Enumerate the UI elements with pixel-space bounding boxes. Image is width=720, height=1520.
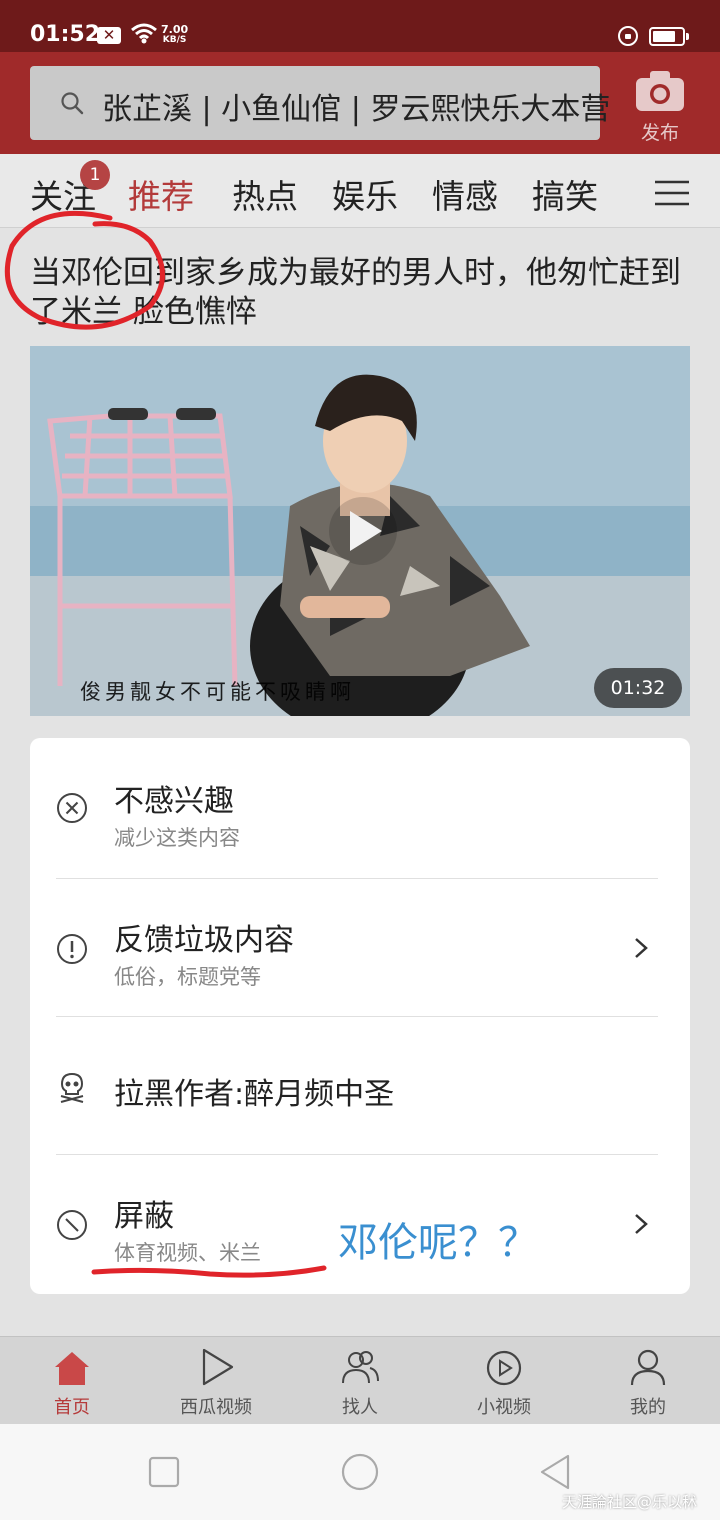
battery-icon [649,27,689,46]
people-icon [342,1351,379,1384]
home-circle-icon[interactable] [340,1452,380,1492]
nav-short-video[interactable]: 小视频 [432,1337,576,1425]
chevron-right-icon [635,938,648,958]
tab-funny[interactable]: 搞笑 [532,170,598,218]
option-block-author[interactable]: 拉黑作者:醉月频中圣 [56,1016,658,1154]
close-circle-icon [57,793,87,823]
status-time: 01:52 [30,22,101,47]
bottom-nav: 首页 西瓜视频 找人 小视频 我的 [0,1336,720,1424]
tab-hot[interactable]: 热点 [232,170,298,218]
option-title: 拉黑作者:醉月频中圣 [114,1077,395,1112]
tab-emotion[interactable]: 情感 [432,170,498,218]
skull-icon [60,1072,84,1103]
net-speed: 7.00 KB/S [161,23,189,45]
play-icon[interactable] [328,491,398,571]
nav-label: 找人 [342,1397,378,1418]
menu-icon[interactable] [655,180,689,206]
nav-find-people[interactable]: 找人 [288,1337,432,1425]
video-thumbnail[interactable]: 俊男靓女不可能不吸睛啊 01:32 [30,346,690,716]
video-subtitle: 俊男靓女不可能不吸睛啊 [80,680,355,704]
search-bar[interactable]: 张芷溪 | 小鱼仙倌 | 罗云熙快乐大本营 [30,66,610,140]
nav-label: 首页 [54,1397,90,1418]
status-bar: 01:52 ✕ 7.00 KB/S [0,0,720,52]
tab-badge: 1 [80,160,110,190]
red-circle-marker [4,210,165,330]
profile-icon [630,1349,666,1386]
camera-icon [636,71,684,111]
recent-apps-icon[interactable] [148,1456,180,1488]
search-icon [61,92,84,115]
video-duration: 01:32 [594,668,682,708]
handwritten-annotation: 邓伦呢？？ [338,1220,538,1266]
back-icon[interactable] [538,1454,572,1490]
option-report-spam[interactable]: 反馈垃圾内容 低俗，标题党等 [56,878,658,1016]
rotation-lock-icon [618,26,638,46]
block-icon [57,1210,87,1240]
nav-label: 我的 [630,1397,666,1418]
nav-label: 西瓜视频 [180,1397,252,1418]
home-icon [55,1352,89,1385]
publish-button[interactable]: 发布 [632,66,688,146]
nav-profile[interactable]: 我的 [576,1337,720,1425]
option-title: 不感兴趣 [114,784,234,819]
play-icon [202,1348,234,1386]
option-title: 屏蔽 [114,1199,174,1234]
notification-icon: ✕ [97,27,121,44]
option-subtitle: 减少这类内容 [114,826,240,850]
option-title: 反馈垃圾内容 [114,923,294,958]
nav-home[interactable]: 首页 [0,1337,144,1425]
watermark: 天涯論社区@乐以秫 [562,1493,698,1511]
alert-circle-icon [57,934,87,964]
nav-label: 小视频 [477,1397,531,1418]
app-header: 张芷溪 | 小鱼仙倌 | 罗云熙快乐大本营 发布 [0,52,720,154]
nav-xigua-video[interactable]: 西瓜视频 [144,1337,288,1425]
option-not-interested[interactable]: 不感兴趣 减少这类内容 [56,738,658,876]
search-suggestion: 张芷溪 | 小鱼仙倌 | 罗云熙快乐大本营 [102,92,611,127]
red-underline-marker [91,1265,327,1278]
tab-entertainment[interactable]: 娱乐 [332,170,398,218]
wifi-icon [131,23,157,44]
short-video-icon [486,1350,522,1386]
chevron-right-icon [635,1214,648,1234]
option-subtitle: 低俗，标题党等 [114,965,261,989]
publish-label: 发布 [640,122,679,144]
